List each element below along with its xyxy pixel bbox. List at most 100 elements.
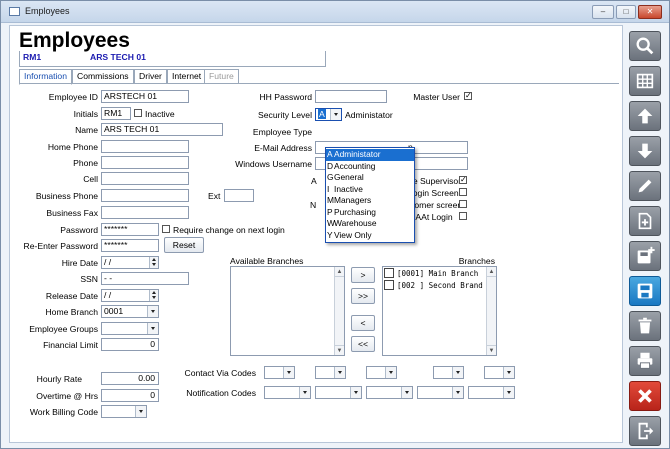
print-button[interactable] bbox=[629, 346, 661, 376]
financial-limit-field[interactable]: 0 bbox=[101, 338, 159, 351]
initials-field[interactable]: RM1 bbox=[101, 107, 131, 120]
employee-groups-select[interactable] bbox=[101, 322, 159, 335]
require-change-checkbox[interactable] bbox=[162, 225, 170, 233]
contact-via-select-3[interactable] bbox=[366, 366, 397, 379]
move-all-left-button[interactable]: << bbox=[351, 336, 375, 352]
branch-item[interactable]: [0001] Main Branch bbox=[383, 268, 496, 280]
cell-field[interactable] bbox=[101, 172, 189, 185]
security-option[interactable]: I Inactive bbox=[326, 184, 414, 196]
security-level-dropdown[interactable]: AAdministator DAccounting GGeneral I Inac… bbox=[325, 147, 415, 243]
security-option[interactable]: PPurchasing bbox=[326, 207, 414, 219]
notification-select-3[interactable] bbox=[366, 386, 413, 399]
business-fax-field[interactable] bbox=[101, 206, 189, 219]
move-left-button[interactable]: < bbox=[351, 315, 375, 331]
security-option[interactable]: MManagers bbox=[326, 195, 414, 207]
save-button[interactable] bbox=[629, 276, 661, 306]
home-branch-value: 0001 bbox=[104, 306, 124, 316]
security-option[interactable]: WWarehouse bbox=[326, 218, 414, 230]
contact-via-select-2[interactable] bbox=[315, 366, 346, 379]
edit-button[interactable] bbox=[629, 171, 661, 201]
employee-id-field[interactable]: ARSTECH 01 bbox=[101, 90, 189, 103]
mobile-supervisor-checkbox[interactable]: ✓ bbox=[459, 176, 467, 184]
option-label: Managers bbox=[334, 195, 372, 205]
hourly-rate-field[interactable]: 0.00 bbox=[101, 372, 159, 385]
phone-label: Phone bbox=[73, 158, 98, 168]
option-code: I bbox=[327, 183, 330, 194]
save-and-new-button[interactable] bbox=[629, 241, 661, 271]
grid-view-button[interactable] bbox=[629, 66, 661, 96]
contact-via-select-5[interactable] bbox=[484, 366, 515, 379]
scroll-down-icon[interactable]: ▼ bbox=[335, 345, 344, 355]
move-right-button[interactable]: > bbox=[351, 267, 375, 283]
contact-via-select-4[interactable] bbox=[433, 366, 464, 379]
previous-record-button[interactable] bbox=[629, 101, 661, 131]
hire-date-spinner[interactable] bbox=[149, 257, 158, 268]
chevron-down-icon bbox=[135, 406, 146, 417]
release-date-field[interactable]: / / bbox=[101, 289, 159, 302]
notification-select-4[interactable] bbox=[417, 386, 464, 399]
scroll-down-icon[interactable]: ▼ bbox=[487, 345, 496, 355]
search-button[interactable] bbox=[629, 31, 661, 61]
delete-button[interactable] bbox=[629, 311, 661, 341]
employee-groups-label: Employee Groups bbox=[29, 324, 98, 334]
tab-internet[interactable]: Internet bbox=[167, 69, 207, 84]
reset-button[interactable]: Reset bbox=[164, 237, 204, 253]
arrow-up-icon bbox=[637, 108, 653, 124]
customer-screen-checkbox[interactable] bbox=[459, 200, 467, 208]
branches-list[interactable]: [0001] Main Branch [002 ] Second Brand ▲… bbox=[382, 266, 497, 356]
work-billing-select[interactable] bbox=[101, 405, 147, 418]
reenter-password-field[interactable]: ******* bbox=[101, 239, 159, 252]
password-field[interactable]: ******* bbox=[101, 223, 159, 236]
ssn-field[interactable]: - - bbox=[101, 272, 189, 285]
new-record-button[interactable] bbox=[629, 206, 661, 236]
scroll-up-icon[interactable]: ▲ bbox=[335, 267, 344, 277]
name-field[interactable]: ARS TECH 01 bbox=[101, 123, 223, 136]
hh-password-field[interactable] bbox=[315, 90, 387, 103]
minimize-button[interactable]: – bbox=[592, 5, 614, 19]
branch-item[interactable]: [002 ] Second Brand bbox=[383, 280, 496, 292]
branch-checkbox[interactable] bbox=[384, 268, 394, 278]
home-branch-select[interactable]: 0001 bbox=[101, 305, 159, 318]
branches-label: Branches bbox=[458, 256, 495, 266]
security-level-select[interactable]: A bbox=[315, 108, 342, 121]
business-phone-field[interactable] bbox=[101, 189, 189, 202]
option-label: Purchasing bbox=[334, 206, 376, 217]
notification-select-2[interactable] bbox=[315, 386, 362, 399]
login-screen-checkbox[interactable] bbox=[459, 188, 467, 196]
maximize-button[interactable]: □ bbox=[616, 5, 636, 19]
dmaat-login-checkbox[interactable] bbox=[459, 212, 467, 220]
master-user-checkbox[interactable]: ✓ bbox=[464, 92, 472, 100]
security-option[interactable]: DAccounting bbox=[326, 161, 414, 173]
cancel-button[interactable] bbox=[629, 381, 661, 411]
security-option[interactable]: GGeneral bbox=[326, 172, 414, 184]
windows-username-label: Windows Username bbox=[235, 159, 312, 169]
notification-select-5[interactable] bbox=[468, 386, 515, 399]
release-date-spinner[interactable] bbox=[149, 290, 158, 301]
available-branches-list[interactable]: ▲ ▼ bbox=[230, 266, 345, 356]
exit-button[interactable] bbox=[629, 416, 661, 446]
security-option[interactable]: YView Only bbox=[326, 230, 414, 242]
branches-scrollbar[interactable]: ▲ ▼ bbox=[486, 267, 496, 355]
overtime-field[interactable]: 0 bbox=[101, 389, 159, 402]
ext-field[interactable] bbox=[224, 189, 254, 202]
tab-driver[interactable]: Driver bbox=[134, 69, 167, 84]
move-all-right-button[interactable]: >> bbox=[351, 288, 375, 304]
option-label: View Only bbox=[334, 229, 372, 240]
email-label: E-Mail Address bbox=[254, 143, 312, 153]
close-button[interactable]: ✕ bbox=[638, 5, 662, 19]
hire-date-field[interactable]: / / bbox=[101, 256, 159, 269]
inactive-checkbox[interactable] bbox=[134, 109, 142, 117]
notification-select-1[interactable] bbox=[264, 386, 311, 399]
phone-field[interactable] bbox=[101, 156, 189, 169]
branch-checkbox[interactable] bbox=[384, 280, 394, 290]
home-phone-field[interactable] bbox=[101, 140, 189, 153]
page-title: Employees bbox=[19, 29, 130, 52]
option-label: Warehouse bbox=[334, 218, 377, 228]
next-record-button[interactable] bbox=[629, 136, 661, 166]
available-branches-scrollbar[interactable]: ▲ ▼ bbox=[334, 267, 344, 355]
app-icon bbox=[9, 7, 20, 16]
contact-via-select-1[interactable] bbox=[264, 366, 295, 379]
security-option[interactable]: AAdministator bbox=[326, 149, 414, 161]
tab-commissions[interactable]: Commissions bbox=[72, 69, 134, 84]
scroll-up-icon[interactable]: ▲ bbox=[487, 267, 496, 277]
